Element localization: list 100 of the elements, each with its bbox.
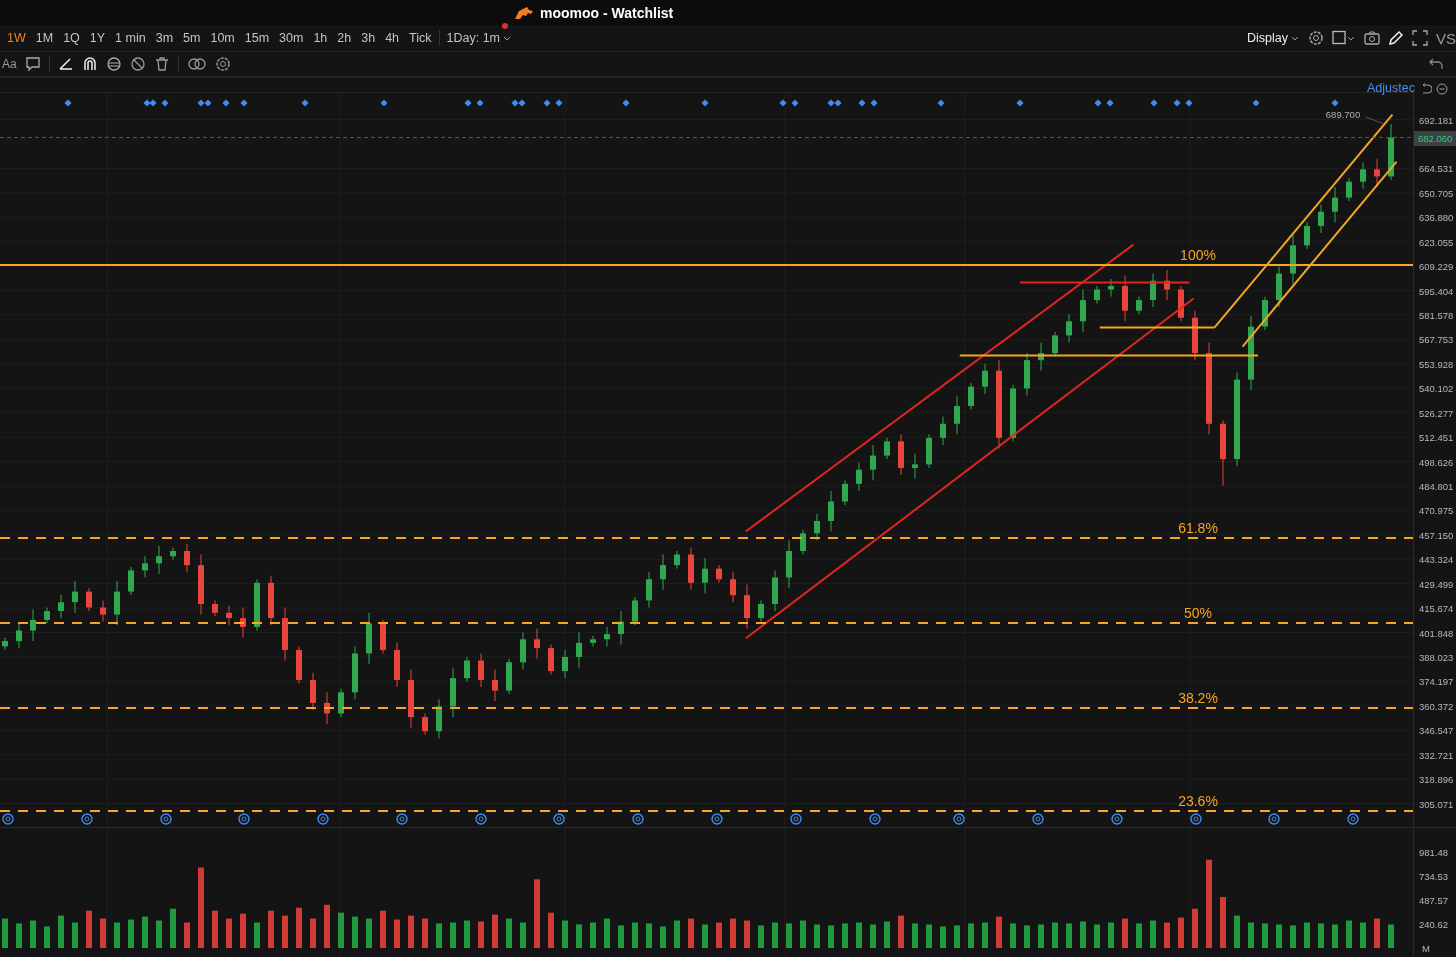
trash-icon[interactable] [153, 56, 170, 72]
axis-label: 332.721 [1419, 749, 1454, 761]
event-marker-icon[interactable] [1106, 99, 1114, 107]
period-tab[interactable]: 3m [150, 29, 179, 47]
camera-icon[interactable] [1364, 30, 1380, 46]
event-marker-icon[interactable] [197, 99, 205, 107]
settings-icon[interactable] [214, 56, 231, 72]
angle-icon[interactable] [57, 56, 74, 72]
circle-marker-icon[interactable] [1347, 813, 1359, 825]
period-tab[interactable]: 1W [2, 29, 31, 47]
period-tab[interactable]: 3h [356, 29, 381, 47]
period-tab[interactable]: 30m [274, 29, 309, 47]
event-marker-icon[interactable] [555, 99, 563, 107]
circle-marker-icon[interactable] [81, 813, 93, 825]
event-marker-icon[interactable] [779, 99, 787, 107]
period-tab[interactable]: 1h [308, 29, 333, 47]
event-marker-icon[interactable] [622, 99, 630, 107]
circle-marker-icon[interactable] [160, 813, 172, 825]
circle-marker-icon[interactable] [953, 813, 965, 825]
volume-bar [282, 915, 288, 948]
fib-level-line[interactable] [0, 810, 1413, 813]
period-tab[interactable]: 1M [30, 29, 59, 47]
event-marker-icon[interactable] [143, 99, 151, 107]
circle-marker-icon[interactable] [396, 813, 408, 825]
volume-bar [576, 924, 582, 948]
link-icon[interactable] [186, 56, 207, 72]
text-tool[interactable]: Aa [2, 57, 21, 71]
adjusted-label[interactable]: Adjustec [1367, 81, 1415, 95]
period-tab[interactable]: Tick [404, 29, 437, 47]
period-tab[interactable]: 10m [205, 29, 240, 47]
compare-button[interactable]: VS [1432, 29, 1456, 47]
event-marker-icon[interactable] [222, 99, 230, 107]
comment-icon[interactable] [24, 56, 41, 72]
circle-marker-icon[interactable] [475, 813, 487, 825]
trend-lines-drawing[interactable] [744, 113, 1398, 640]
period-tab[interactable]: 2h [332, 29, 357, 47]
volume-bar [912, 923, 918, 948]
event-marker-icon[interactable] [1094, 99, 1102, 107]
event-marker-icon[interactable] [834, 99, 842, 107]
event-marker-icon[interactable] [1173, 99, 1181, 107]
event-marker-icon[interactable] [858, 99, 866, 107]
event-marker-icon[interactable] [240, 99, 248, 107]
circle-marker-icon[interactable] [1111, 813, 1123, 825]
display-dropdown[interactable]: Display [1242, 29, 1304, 47]
event-marker-icon[interactable] [464, 99, 472, 107]
period-tab[interactable]: 5m [178, 29, 206, 47]
period-tab[interactable]: 15m [239, 29, 275, 47]
event-marker-icon[interactable] [149, 99, 157, 107]
volume-bar [520, 922, 526, 948]
reset-icon[interactable] [1420, 83, 1432, 95]
period-tab[interactable]: 1Q [58, 29, 85, 47]
period-tab[interactable]: 4h [380, 29, 405, 47]
candlestick [618, 610, 624, 646]
layout-icon[interactable] [1332, 30, 1356, 46]
circle-marker-icon[interactable] [317, 813, 329, 825]
event-marker-icon[interactable] [301, 99, 309, 107]
fib-level-line[interactable] [0, 706, 1413, 709]
event-marker-icon[interactable] [476, 99, 484, 107]
event-marker-icon[interactable] [380, 99, 388, 107]
event-marker-icon[interactable] [204, 99, 212, 107]
circle-marker-icon[interactable] [632, 813, 644, 825]
hide-icon[interactable] [129, 56, 146, 72]
event-marker-icon[interactable] [827, 99, 835, 107]
circle-marker-icon[interactable] [1032, 813, 1044, 825]
zoom-out-icon[interactable] [1436, 83, 1448, 95]
fullscreen-icon[interactable] [1412, 30, 1428, 46]
event-marker-icon[interactable] [870, 99, 878, 107]
circle-marker-icon[interactable] [711, 813, 723, 825]
volume-bar [128, 919, 134, 948]
event-marker-icon[interactable] [64, 99, 72, 107]
event-marker-icon[interactable] [518, 99, 526, 107]
event-marker-icon[interactable] [791, 99, 799, 107]
event-marker-icon[interactable] [1252, 99, 1260, 107]
event-marker-icon[interactable] [511, 99, 519, 107]
circle-marker-icon[interactable] [238, 813, 250, 825]
event-marker-icon[interactable] [1331, 99, 1339, 107]
fib-level-line[interactable] [0, 537, 1413, 540]
pencil-icon[interactable] [1388, 30, 1404, 46]
settings-icon[interactable] [1308, 30, 1324, 46]
event-marker-icon[interactable] [161, 99, 169, 107]
period-tab[interactable]: 1Y [84, 29, 111, 47]
event-marker-icon[interactable] [937, 99, 945, 107]
candlestick [72, 580, 78, 614]
event-marker-icon[interactable] [543, 99, 551, 107]
undo-icon[interactable] [1428, 56, 1444, 72]
circle-marker-icon[interactable] [869, 813, 881, 825]
event-marker-icon[interactable] [1150, 99, 1158, 107]
interval-dropdown[interactable]: 1Day: 1m [441, 29, 516, 47]
event-marker-icon[interactable] [1016, 99, 1024, 107]
fib-level-line[interactable] [0, 622, 1413, 625]
fib-level-line[interactable] [0, 264, 1413, 267]
circle-marker-icon[interactable] [1190, 813, 1202, 825]
event-marker-icon[interactable] [701, 99, 709, 107]
magnet-icon[interactable] [81, 56, 98, 72]
circle-marker-icon[interactable] [553, 813, 565, 825]
period-tab[interactable]: 1 min [110, 29, 151, 47]
circle-marker-icon[interactable] [790, 813, 802, 825]
event-marker-icon[interactable] [1185, 99, 1193, 107]
circle-marker-icon[interactable] [2, 813, 14, 825]
circle-marker-icon[interactable] [1268, 813, 1280, 825]
